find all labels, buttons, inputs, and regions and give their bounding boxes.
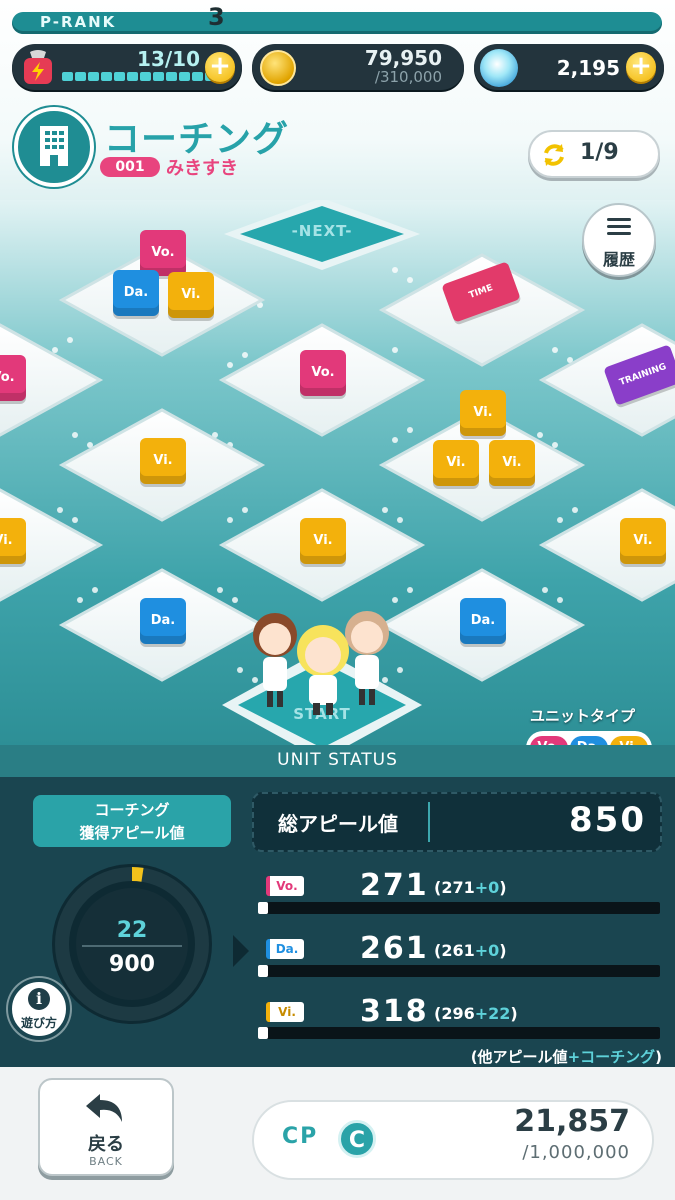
page-counter: 1/9 (580, 140, 619, 165)
cp-label: CP (282, 1124, 319, 1149)
vi-cube[interactable]: Vi. (489, 440, 535, 486)
stamina-bag-icon (24, 50, 52, 84)
stamina-segment (179, 72, 190, 81)
stamina-segment (114, 72, 125, 81)
da-stat-value: 261 (360, 931, 429, 966)
cp-max: /1,000,000 (522, 1142, 630, 1163)
vi-cube[interactable]: Vi. (0, 518, 26, 564)
vo-stat-bar-fill (258, 902, 269, 914)
refresh-icon (544, 144, 564, 166)
character-center (297, 625, 349, 715)
unit-type-label: ユニットタイプ (530, 707, 636, 725)
back-arrow-icon (86, 1094, 122, 1122)
gem-icon (480, 49, 518, 87)
building-icon (40, 126, 68, 166)
da-cube[interactable]: Da. (140, 598, 186, 644)
coaching-gauge (52, 864, 212, 1024)
stamina-segment (192, 72, 203, 81)
gem-add-button[interactable]: + (626, 52, 656, 82)
coin-value: 79,950 (364, 46, 442, 70)
vi-stat-value: 318 (360, 994, 429, 1029)
appeal-footnote: (他アピール値+コーチング) (400, 1046, 662, 1067)
vi-stat-close: ) (510, 1004, 518, 1023)
stamina-segment (127, 72, 138, 81)
vi-stat-base: (296 (434, 1004, 475, 1023)
prank-value: 3 (208, 3, 225, 31)
vi-cube[interactable]: Vi. (300, 518, 346, 564)
stamina-gauge (62, 72, 216, 81)
vi-cube[interactable]: Vi. (168, 272, 214, 318)
stamina-add-button[interactable]: + (205, 52, 235, 82)
status-title: UNIT STATUS (277, 750, 398, 770)
course-name: みきすき (166, 158, 238, 179)
da-stat-tag: Da. (266, 939, 304, 959)
gauge-current: 22 (116, 918, 148, 943)
vi-stat-bar (258, 1027, 660, 1039)
info-icon: i (28, 988, 50, 1010)
vo-stat-plus: +0 (474, 878, 500, 897)
vi-stat-breakdown: (296+22) (434, 1004, 518, 1023)
da-cube[interactable]: Da. (460, 598, 506, 644)
vo-stat-breakdown: (271+0) (434, 878, 507, 897)
stamina-segment (101, 72, 112, 81)
coaching-label-line2: 獲得アピール値 (79, 824, 185, 842)
menu-list-icon (607, 218, 631, 235)
cp-value: 21,857 (514, 1104, 630, 1139)
stamina-segment (140, 72, 151, 81)
da-stat-breakdown: (261+0) (434, 941, 507, 960)
back-sublabel: BACK (89, 1155, 123, 1168)
stamina-segment (166, 72, 177, 81)
footnote-plus: +コーチング (567, 1048, 656, 1066)
vi-cube[interactable]: Vi. (460, 390, 506, 436)
prank-label: P-RANK (40, 13, 117, 31)
next-tile-label: -NEXT- (291, 222, 353, 240)
footnote-base: (他アピール値 (470, 1048, 568, 1066)
da-stat-bar (258, 965, 660, 977)
stamina-segment (88, 72, 99, 81)
vi-cube[interactable]: Vi. (620, 518, 666, 564)
vo-cube[interactable]: Vo. (0, 355, 26, 401)
back-label: 戻る (88, 1134, 124, 1155)
vo-stat-tag: Vo. (266, 876, 304, 896)
vi-stat-plus: +22 (474, 1004, 511, 1023)
coin-icon (260, 50, 296, 86)
stamina-segment (75, 72, 86, 81)
da-stat-plus: +0 (474, 941, 500, 960)
gauge-max: 900 (109, 952, 155, 977)
cp-coin-icon: C (338, 1120, 376, 1158)
da-stat-bar-fill (258, 965, 269, 977)
vo-stat-value: 271 (360, 868, 429, 903)
vi-stat-bar-fill (258, 1027, 269, 1039)
da-stat-close: ) (499, 941, 507, 960)
unit-characters (253, 611, 389, 715)
vo-stat-bar (258, 902, 660, 914)
gauge-arrow-icon (233, 935, 249, 967)
vo-stat-base: (271 (434, 878, 475, 897)
stamina-segment (62, 72, 73, 81)
da-cube[interactable]: Da. (113, 270, 159, 316)
character-left (253, 613, 297, 707)
vi-cube[interactable]: Vi. (433, 440, 479, 486)
history-label: 履歴 (602, 250, 635, 269)
stamina-segment (153, 72, 164, 81)
coin-max: /310,000 (374, 68, 442, 86)
how-to-play-label: 遊び方 (20, 1016, 57, 1030)
total-appeal-value: 850 (569, 800, 646, 840)
vo-cube[interactable]: Vo. (300, 350, 346, 396)
course-id-badge: 001 (100, 157, 160, 177)
vo-stat-close: ) (499, 878, 507, 897)
total-appeal-label: 総アピール値 (278, 812, 398, 836)
footnote-close: ) (655, 1048, 662, 1066)
da-stat-base: (261 (434, 941, 475, 960)
gem-value: 2,195 (556, 56, 620, 80)
character-right (345, 611, 389, 705)
total-divider (428, 802, 430, 842)
vi-stat-tag: Vi. (266, 1002, 304, 1022)
coaching-label-line1: コーチング (94, 801, 170, 819)
vi-cube[interactable]: Vi. (140, 438, 186, 484)
stamina-count: 13/10 (137, 47, 200, 71)
coaching-board: -NEXT- START Vo. Da. Vi. TIME Vo. Vo. TR… (0, 200, 675, 745)
